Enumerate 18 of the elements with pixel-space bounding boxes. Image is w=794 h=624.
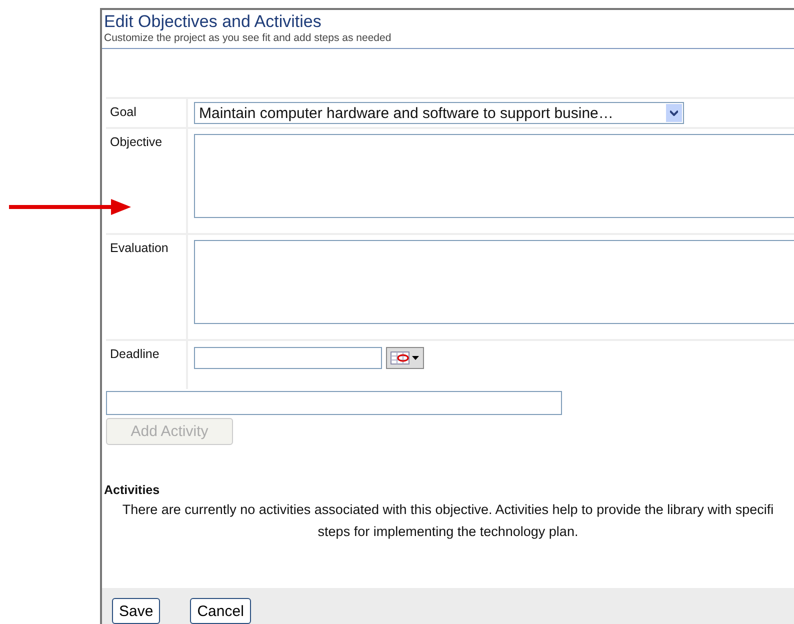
activities-heading: Activities bbox=[104, 483, 161, 497]
activities-message: There are currently no activities associated with this objective. Activities help to provide the library with specifi steps for implementing the technology plan. bbox=[121, 501, 775, 541]
field-label: Evaluation bbox=[110, 241, 168, 255]
footer-button[interactable]: Cancel bbox=[190, 598, 251, 624]
dialog-subtitle: Customize the project as you see fit and add steps as needed bbox=[104, 32, 392, 44]
dialog-title: Edit Objectives and Activities bbox=[104, 12, 322, 32]
caret-icon bbox=[666, 104, 682, 122]
date-field[interactable] bbox=[194, 347, 382, 369]
field-label: Deadline bbox=[110, 347, 160, 361]
arrow-icon bbox=[9, 198, 131, 216]
text-area[interactable] bbox=[194, 240, 794, 324]
footer-button[interactable]: Save bbox=[112, 598, 160, 624]
goal-dropdown[interactable]: Maintain computer hardware and software to support busine… bbox=[194, 102, 684, 124]
text-area[interactable] bbox=[194, 134, 794, 218]
calendar-button[interactable] bbox=[386, 347, 424, 369]
field-label: Goal bbox=[110, 105, 136, 119]
activity-input-field[interactable] bbox=[106, 391, 562, 415]
field-label: Objective bbox=[110, 135, 162, 149]
